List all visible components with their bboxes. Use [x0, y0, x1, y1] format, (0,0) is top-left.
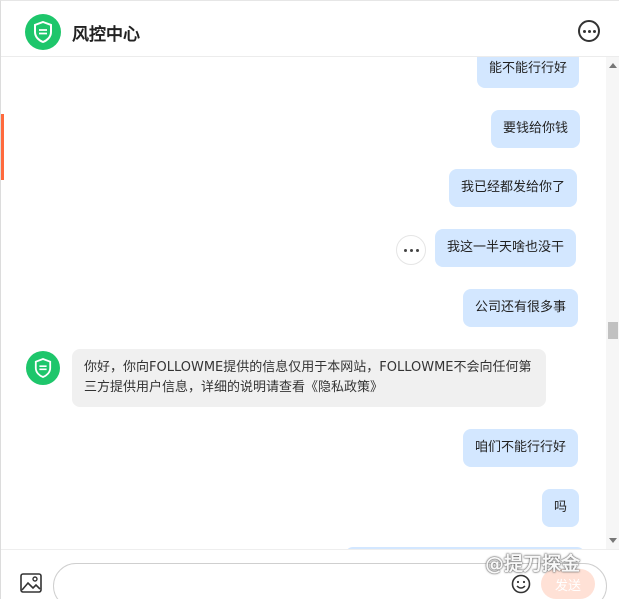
message-bubble-outgoing: 吗 — [542, 489, 580, 527]
message-bubble-outgoing: 要钱给你钱 — [491, 110, 581, 148]
more-menu-icon[interactable] — [578, 20, 600, 42]
shield-logo-icon — [25, 14, 61, 50]
message-bubble-outgoing: 能不能行行好 — [477, 57, 580, 88]
emoji-icon[interactable] — [511, 574, 531, 598]
scroll-thumb[interactable] — [608, 322, 618, 339]
message-more-icon[interactable] — [396, 235, 426, 265]
message-bubble-outgoing: 咱们不能行行好 — [463, 429, 579, 467]
message-bubble-outgoing: 我已经都发给你了 — [449, 169, 578, 207]
image-icon[interactable] — [20, 573, 42, 597]
header: 风控中心 — [1, 1, 619, 57]
message-bubble-incoming: 你好，你向FOLLOWME提供的信息仅用于本网站，FOLLOWME不会向任何第三… — [72, 349, 546, 407]
chat-scrollbar[interactable] — [606, 57, 619, 549]
scroll-down-arrow-icon[interactable] — [609, 538, 617, 543]
watermark: @提刀探金 — [485, 553, 581, 575]
message-bubble-outgoing: 公司还有很多事 — [463, 289, 579, 327]
chat-window: 风控中心 能不能行行好 要钱给你钱 我已经都发给你了 我这一半天啥也没干 公司还… — [0, 0, 619, 599]
bot-avatar-shield-icon — [26, 351, 60, 385]
page-title: 风控中心 — [72, 25, 140, 45]
scroll-up-arrow-icon[interactable] — [609, 63, 617, 68]
message-bubble-outgoing: 我这一半天啥也没干 — [435, 229, 577, 267]
message-list: 能不能行行好 要钱给你钱 我已经都发给你了 我这一半天啥也没干 公司还有很多事 … — [1, 57, 606, 549]
